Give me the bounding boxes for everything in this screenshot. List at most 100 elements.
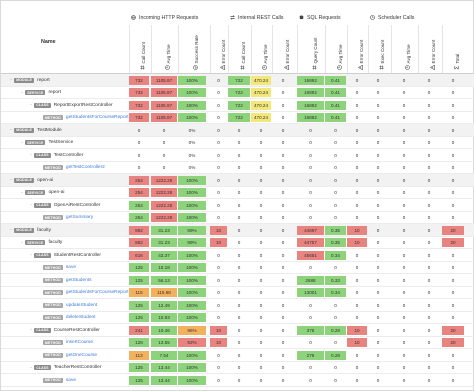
collapse-toggle-icon[interactable]: −: [30, 153, 32, 157]
metric-cell: 0: [427, 377, 431, 383]
metric-cell: 0: [281, 140, 285, 145]
column-header[interactable]: Total: [442, 25, 464, 73]
method-link[interactable]: getStudents: [66, 278, 92, 283]
table-row[interactable]: − SERVICE open-ai 254 1222.28 100% 0 0 0 0 0 0 0 0 0 0 0: [1, 187, 474, 199]
clock-icon: [165, 64, 171, 71]
table-row[interactable]: METHOD deleteStudent 125 10.93 100% 0 0 0 0 0 0 0 0 0…: [1, 312, 474, 324]
table-row[interactable]: − MODULE report 732 1105.97 100% 0 722 470.24 0 16…: [1, 74, 474, 87]
method-link[interactable]: getSummary: [66, 215, 93, 220]
column-header[interactable]: Success Rate: [178, 25, 206, 73]
collapse-toggle-icon[interactable]: −: [10, 78, 12, 82]
table-row[interactable]: METHOD getStudentsForCourseReport 732 1105.…: [1, 112, 474, 124]
collapse-toggle-icon[interactable]: −: [21, 91, 23, 95]
metric-cell: 0: [259, 240, 263, 245]
table-row[interactable]: METHOD insertCourse 128 13.55 92% 10 0 0 0 0 0 10 0 0…: [1, 337, 474, 349]
metric-cell: 0: [451, 252, 455, 258]
table-row[interactable]: METHOD getSummary 254 1222.28 100% 0 0 0 0 0 0 0 0 0 0…: [1, 212, 474, 224]
table-row[interactable]: − SERVICE TestService 0 0 0% 0 0 0 0 0 0 0 0 0 0 0: [1, 137, 474, 149]
metric-cell: 10.46: [151, 325, 177, 335]
row-label: − CLASS StudentRestController: [30, 249, 101, 261]
column-header[interactable]: Call Count: [129, 25, 149, 73]
collapse-toggle-icon[interactable]: −: [30, 366, 32, 370]
table-row[interactable]: − SERVICE faculty 982 31.23 99% 10 0 0 0 44757 0.35…: [1, 237, 474, 249]
metric-cell: 0.34: [325, 250, 346, 260]
method-link[interactable]: getTestController2: [66, 165, 105, 170]
collapse-toggle-icon[interactable]: −: [21, 191, 23, 195]
table-row[interactable]: − CLASS TeacherRestController 125 13.44 100% 0…: [1, 362, 474, 374]
collapse-toggle-icon[interactable]: −: [30, 328, 32, 332]
method-link[interactable]: save: [66, 378, 76, 383]
database-icon: [299, 15, 305, 21]
column-header-label: Call Count: [240, 42, 246, 64]
table-row[interactable]: − MODULE open-ai 254 1222.28 100% 0 0 0 0 0 0 0 0 0 0 0: [1, 174, 474, 187]
collapse-toggle-icon[interactable]: −: [10, 178, 12, 182]
metric-cell: 0: [281, 165, 285, 170]
metric-cell: 254: [129, 213, 149, 222]
metric-cell: 0: [355, 177, 359, 183]
metric-cell: 0: [402, 227, 406, 233]
table-row[interactable]: METHOD getStudents 125 56.13 100% 0 0 0 0 2688 0.3…: [1, 274, 474, 287]
column-header[interactable]: Query Count: [297, 25, 324, 73]
table-row[interactable]: − CLASS CourseRestController 241 10.46 96% 10 0…: [1, 324, 474, 337]
table-row[interactable]: − CLASS TestController 0 0 0% 0 0 0 0 0 0 0 0 0 0 0: [1, 149, 474, 162]
collapse-toggle-icon[interactable]: −: [21, 141, 23, 145]
table-row[interactable]: − CLASS OpenAiRestController 254 1222.28 100%…: [1, 199, 474, 212]
table-row[interactable]: METHOD getOneCourse 113 7.54 100% 0 0 0 0 276 0.28…: [1, 349, 474, 362]
metric-cell: 0: [259, 265, 263, 270]
method-link[interactable]: insertCourse: [66, 340, 93, 345]
column-header[interactable]: Exec Count: [368, 25, 388, 73]
metric-cell: 0: [281, 227, 285, 233]
column-header[interactable]: Avg Time: [251, 25, 271, 73]
collapse-toggle-icon[interactable]: −: [10, 128, 12, 132]
column-header[interactable]: Avg Time: [325, 25, 346, 73]
column-header[interactable]: Call Count: [228, 25, 250, 73]
collapse-toggle-icon[interactable]: −: [30, 253, 32, 257]
metric-cell: 616: [129, 250, 149, 260]
column-header[interactable]: Error Count: [210, 25, 227, 73]
metric-cell: 0: [376, 227, 380, 233]
method-link[interactable]: deleteStudent: [66, 315, 96, 320]
metric-cell: 276: [297, 350, 324, 360]
table-row[interactable]: − MODULE faculty 982 31.23 99% 10 0 0 0 44697 0.35 1…: [1, 224, 474, 237]
column-header[interactable]: Error Count: [347, 25, 367, 73]
method-link[interactable]: save: [66, 265, 76, 270]
metric-cell: 100%: [178, 75, 206, 85]
node-name: TestController: [53, 152, 84, 158]
table-row[interactable]: − CLASS StudentRestController 616 43.37 100% 0…: [1, 249, 474, 262]
metric-cell: 0: [402, 340, 406, 345]
column-header[interactable]: Avg Time: [151, 25, 177, 73]
row-label: METHOD updateStudent: [38, 299, 97, 311]
table-row[interactable]: − CLASS ReportExportRestController 732 1105.…: [1, 99, 474, 112]
metric-cell: 0: [355, 265, 359, 270]
table-row[interactable]: METHOD save 125 10.18 100% 0 0 0 0 0 0 0 0 0 0 0: [1, 262, 474, 274]
collapse-toggle-icon[interactable]: −: [21, 241, 23, 245]
name-column-header[interactable]: Name: [41, 39, 56, 45]
method-link[interactable]: updateStudent: [66, 303, 97, 308]
metric-cell: 0: [309, 302, 312, 308]
collapse-toggle-icon[interactable]: −: [30, 103, 32, 107]
table-row[interactable]: METHOD save 125 13.44 100% 0 0 0 0 0 0 0 0 0 0 0: [1, 374, 474, 387]
table-row[interactable]: METHOD getStudentsForCourseReport 115 115.6…: [1, 287, 474, 299]
metric-cell: 100%: [178, 300, 206, 310]
table-row[interactable]: − MODULE TestModule 0 0 0% 0 0 0 0 0 0 0 0 0 0 0: [1, 124, 474, 137]
collapse-toggle-icon[interactable]: −: [30, 203, 32, 207]
method-link[interactable]: getOneCourse: [66, 353, 97, 358]
collapse-toggle-icon[interactable]: −: [10, 228, 12, 232]
column-header[interactable]: Error Count: [418, 25, 440, 73]
column-header[interactable]: Error Count: [272, 25, 294, 73]
table-row[interactable]: METHOD updateStudent 125 12.49 100% 0 0 0 0 0 0 0 0 0…: [1, 299, 474, 312]
metric-cell: 0: [217, 140, 220, 145]
table-row[interactable]: − SERVICE report 732 1105.97 100% 0 722 470.24 0 1…: [1, 87, 474, 99]
method-link[interactable]: getStudentsForCourseReport: [66, 115, 129, 120]
node-name: faculty: [37, 227, 51, 233]
metric-cell: 0.35: [325, 225, 346, 235]
metric-cell: 0: [281, 127, 285, 133]
metric-cell: 0: [259, 340, 263, 345]
metric-cell: 0: [237, 377, 241, 383]
method-link[interactable]: getStudentsForCourseReport: [66, 290, 129, 295]
node-type-badge: METHOD: [43, 377, 63, 383]
table-row[interactable]: METHOD getTestController2 0 0 0% 0 0 0 0 0 0 0 0 0 0 0: [1, 162, 474, 174]
column-header[interactable]: Avg Time: [391, 25, 417, 73]
node-name: CourseRestController: [53, 327, 100, 333]
metric-cell: 0: [237, 240, 241, 245]
